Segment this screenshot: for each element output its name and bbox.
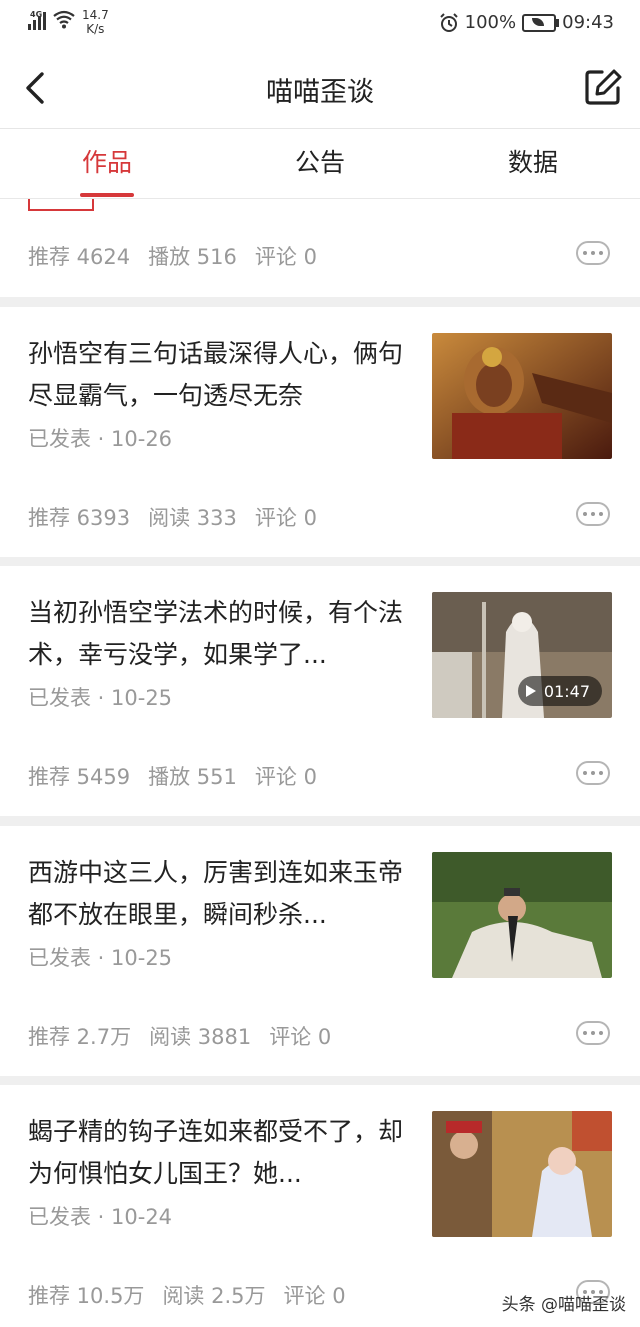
article-card-partial[interactable]: 推荐 4624 播放 516 评论 0 <box>0 199 640 297</box>
recommend-count: 推荐 10.5万 <box>28 1284 145 1308</box>
alarm-icon <box>439 12 458 32</box>
article-thumbnail <box>432 333 612 459</box>
tab-works[interactable]: 作品 <box>80 143 134 179</box>
active-tab-indicator <box>80 193 134 197</box>
cropped-thumbnail-frame <box>28 199 94 211</box>
comment-count: 评论 0 <box>254 506 317 530</box>
article-stats: 推荐 4624 播放 516 评论 0 <box>28 241 317 271</box>
article-stats: 推荐 10.5万 阅读 2.5万 评论 0 <box>28 1280 346 1310</box>
article-stats: 推荐 5459 播放 551 评论 0 <box>28 761 317 791</box>
play-icon <box>525 685 536 697</box>
article-card[interactable]: 当初孙悟空学法术的时候，有个法术，幸亏没学，如果学了... 已发表 · 10-2… <box>0 566 640 816</box>
more-options-button[interactable] <box>576 761 610 785</box>
article-title: 蝎子精的钩子连如来都受不了，却为何惧怕女儿国王？她... <box>28 1117 404 1188</box>
top-nav-bar: 喵喵歪谈 <box>0 48 640 129</box>
tab-bar: 作品 公告 数据 <box>0 129 640 199</box>
article-card[interactable]: 孙悟空有三句话最深得人心，俩句尽显霸气，一句透尽无奈 已发表 · 10-26 推… <box>0 307 640 557</box>
tab-announcement[interactable]: 公告 <box>293 143 347 179</box>
play-count: 播放 551 <box>148 765 237 789</box>
recommend-count: 推荐 4624 <box>28 245 131 269</box>
battery-icon <box>522 13 560 32</box>
article-title: 孙悟空有三句话最深得人心，俩句尽显霸气，一句透尽无奈 <box>28 339 404 410</box>
publish-date: 已发表 · 10-26 <box>28 427 173 451</box>
publish-date: 已发表 · 10-25 <box>28 686 173 710</box>
more-options-button[interactable] <box>576 1021 610 1045</box>
read-count: 阅读 2.5万 <box>162 1284 266 1308</box>
play-count: 播放 516 <box>148 245 237 269</box>
publish-date: 已发表 · 10-24 <box>28 1205 173 1229</box>
read-count: 阅读 333 <box>148 506 237 530</box>
comment-count: 评论 0 <box>283 1284 346 1308</box>
edit-icon[interactable] <box>582 66 624 108</box>
tab-data[interactable]: 数据 <box>506 143 560 179</box>
recommend-count: 推荐 5459 <box>28 765 131 789</box>
article-thumbnail <box>432 1111 612 1237</box>
video-thumbnail: 01:47 <box>432 592 612 718</box>
clock: 09:43 <box>562 12 614 33</box>
more-options-button[interactable] <box>576 241 610 265</box>
network-speed: 14.7 K/s <box>82 8 109 36</box>
article-stats: 推荐 2.7万 阅读 3881 评论 0 <box>28 1021 331 1051</box>
article-title: 西游中这三人，厉害到连如来玉帝都不放在眼里，瞬间秒杀... <box>28 858 404 929</box>
comment-count: 评论 0 <box>254 765 317 789</box>
read-count: 阅读 3881 <box>149 1025 252 1049</box>
publish-date: 已发表 · 10-25 <box>28 946 173 970</box>
article-thumbnail <box>432 852 612 978</box>
article-title: 当初孙悟空学法术的时候，有个法术，幸亏没学，如果学了... <box>28 598 404 669</box>
article-card[interactable]: 西游中这三人，厉害到连如来玉帝都不放在眼里，瞬间秒杀... 已发表 · 10-2… <box>0 826 640 1076</box>
comment-count: 评论 0 <box>269 1025 332 1049</box>
wifi-icon <box>53 10 75 29</box>
article-stats: 推荐 6393 阅读 333 评论 0 <box>28 502 317 532</box>
watermark: 头条 @喵喵歪谈 <box>501 1295 626 1315</box>
more-options-button[interactable] <box>576 502 610 526</box>
page-title: 喵喵歪谈 <box>266 77 374 108</box>
video-duration-badge: 01:47 <box>517 676 602 706</box>
recommend-count: 推荐 2.7万 <box>28 1025 132 1049</box>
status-bar: 4G 14.7 K/s 100% 09:43 <box>0 0 640 48</box>
battery-percent: 100% <box>464 12 517 33</box>
recommend-count: 推荐 6393 <box>28 506 131 530</box>
comment-count: 评论 0 <box>254 245 317 269</box>
cellular-signal-icon: 4G <box>28 8 46 30</box>
